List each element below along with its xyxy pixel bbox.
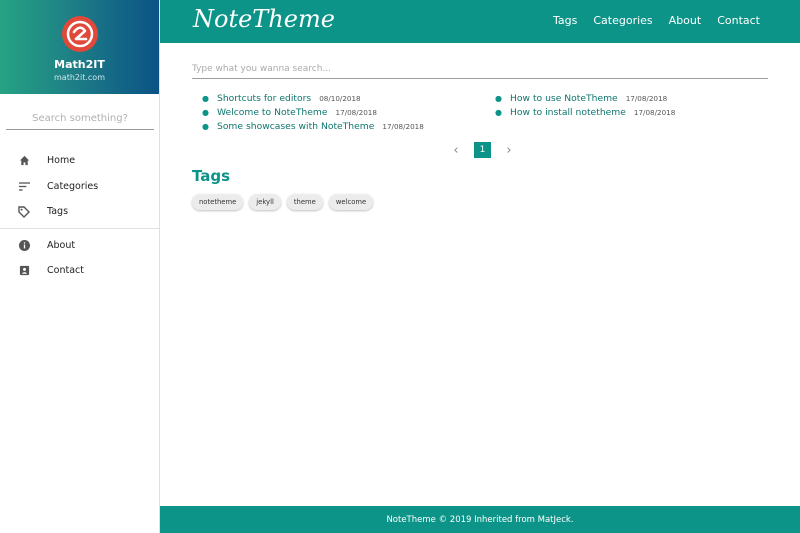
tag-chip[interactable]: welcome bbox=[328, 194, 374, 210]
brand-logo[interactable]: NoteTheme bbox=[193, 5, 335, 33]
sidebar-item-about[interactable]: About bbox=[0, 233, 160, 259]
bullet-icon: ● bbox=[495, 94, 502, 103]
tag-chip[interactable]: jekyll bbox=[249, 194, 281, 210]
pagination: ‹ 1 › bbox=[450, 142, 515, 158]
bullet-icon: ● bbox=[202, 122, 209, 131]
site-subtitle: math2it.com bbox=[54, 73, 105, 82]
list-item: ● How to install notetheme 17/08/2018 bbox=[495, 107, 768, 121]
bullet-icon: ● bbox=[202, 108, 209, 117]
footer-text: NoteTheme © 2019 Inherited from MatJeck. bbox=[386, 514, 574, 525]
sidebar-item-home[interactable]: Home bbox=[0, 148, 160, 174]
list-item: ● Welcome to NoteTheme 17/08/2018 bbox=[202, 107, 495, 121]
home-icon bbox=[18, 155, 30, 167]
nav-link-categories[interactable]: Categories bbox=[593, 14, 652, 27]
sidebar: Math2IT math2it.com Home Categories Tags bbox=[0, 0, 160, 533]
sidebar-search-input[interactable] bbox=[6, 108, 154, 130]
list-item: ● How to use NoteTheme 17/08/2018 bbox=[495, 93, 768, 107]
chevron-left-icon[interactable]: ‹ bbox=[450, 143, 462, 158]
sidebar-item-label: Home bbox=[47, 155, 76, 167]
post-date: 17/08/2018 bbox=[335, 108, 377, 117]
info-icon bbox=[18, 239, 30, 251]
post-link[interactable]: Shortcuts for editors bbox=[217, 93, 311, 104]
contact-icon bbox=[18, 265, 30, 277]
post-column-right: ● How to use NoteTheme 17/08/2018 ● How … bbox=[495, 93, 768, 135]
post-column-left: ● Shortcuts for editors 08/10/2018 ● Wel… bbox=[202, 93, 495, 135]
sidebar-header: Math2IT math2it.com bbox=[0, 0, 159, 94]
list-item: ● Shortcuts for editors 08/10/2018 bbox=[202, 93, 495, 107]
post-link[interactable]: Some showcases with NoteTheme bbox=[217, 121, 374, 132]
sidebar-item-categories[interactable]: Categories bbox=[0, 174, 160, 200]
sidebar-divider bbox=[0, 227, 160, 229]
tag-list: notetheme jekyll theme welcome bbox=[192, 194, 374, 210]
sort-icon bbox=[18, 180, 30, 192]
sidebar-nav: Home Categories Tags About Contact bbox=[0, 148, 160, 284]
tag-chip[interactable]: notetheme bbox=[192, 194, 244, 210]
site-title[interactable]: Math2IT bbox=[0, 58, 159, 71]
nav-link-contact[interactable]: Contact bbox=[717, 14, 760, 27]
page-footer: NoteTheme © 2019 Inherited from MatJeck. bbox=[160, 506, 800, 533]
sidebar-item-label: Categories bbox=[47, 180, 99, 192]
post-date: 17/08/2018 bbox=[633, 108, 676, 117]
logo-icon bbox=[66, 20, 93, 48]
sidebar-item-label: Contact bbox=[47, 265, 84, 277]
post-link[interactable]: How to install notetheme bbox=[510, 107, 626, 118]
post-link[interactable]: How to use NoteTheme bbox=[510, 93, 618, 104]
top-navbar: NoteTheme Tags Categories About Contact bbox=[160, 0, 800, 43]
post-date: 08/10/2018 bbox=[319, 94, 361, 103]
bullet-icon: ● bbox=[202, 94, 209, 103]
sidebar-item-contact[interactable]: Contact bbox=[0, 258, 160, 284]
site-logo[interactable] bbox=[61, 16, 98, 52]
sidebar-item-label: About bbox=[47, 239, 76, 251]
chevron-right-icon[interactable]: › bbox=[503, 143, 515, 158]
list-item: ● Some showcases with NoteTheme 17/08/20… bbox=[202, 121, 495, 135]
nav-link-tags[interactable]: Tags bbox=[553, 14, 577, 27]
post-date: 17/08/2018 bbox=[625, 94, 668, 103]
tag-chip[interactable]: theme bbox=[286, 194, 323, 210]
bullet-icon: ● bbox=[495, 108, 502, 117]
page-number-current[interactable]: 1 bbox=[474, 142, 491, 158]
nav-link-about[interactable]: About bbox=[669, 14, 702, 27]
post-list: ● Shortcuts for editors 08/10/2018 ● Wel… bbox=[202, 93, 768, 135]
tag-icon bbox=[18, 206, 30, 218]
post-link[interactable]: Welcome to NoteTheme bbox=[217, 107, 328, 118]
tags-heading: Tags bbox=[192, 167, 231, 185]
post-date: 17/08/2018 bbox=[382, 122, 424, 131]
sidebar-item-label: Tags bbox=[47, 206, 69, 218]
main-search-input[interactable] bbox=[192, 59, 768, 79]
top-nav: Tags Categories About Contact bbox=[553, 14, 760, 27]
sidebar-item-tags[interactable]: Tags bbox=[0, 199, 160, 225]
